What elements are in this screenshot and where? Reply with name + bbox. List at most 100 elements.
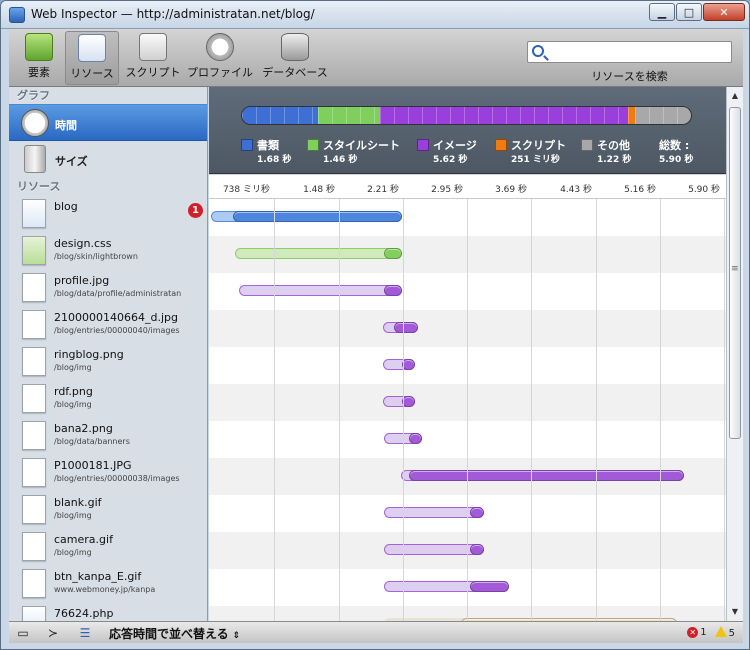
resource-item[interactable]: btn_kanpa_E.gif www.webmoney.jp/kanpa bbox=[9, 565, 207, 602]
resource-path: /blog/img bbox=[54, 363, 92, 372]
sidebar: グラフ 時間 サイズ リソース blog 1 design.css/blog/ski… bbox=[9, 87, 208, 621]
error-count-value: 1 bbox=[700, 627, 707, 638]
resource-path: /blog/data/banners bbox=[54, 437, 130, 446]
tick-label: 4.43 秒 bbox=[560, 185, 592, 195]
resource-item[interactable]: blog 1 bbox=[9, 195, 207, 232]
profiles-icon bbox=[206, 33, 234, 61]
graph-item-size[interactable]: サイズ bbox=[9, 141, 207, 178]
resource-name: 76624.php bbox=[54, 607, 114, 620]
latency-bar bbox=[384, 544, 484, 555]
download-bar bbox=[470, 581, 509, 592]
legend-value: 1.46 秒 bbox=[323, 155, 358, 165]
legend-swatch bbox=[495, 139, 507, 151]
vertical-scrollbar[interactable]: ▲ ▼ bbox=[726, 87, 743, 621]
resource-path: /blog/entries/00000040/images bbox=[54, 326, 180, 335]
legend-value: 5.62 秒 bbox=[433, 155, 468, 165]
legend-name: スクリプト bbox=[511, 139, 566, 152]
timeline-panel: 738 ミリ秒 1.48 秒 2.21 秒 2.95 秒 3.69 秒 4.43 秒 5.1… bbox=[209, 175, 726, 621]
summary-bar-segment bbox=[628, 107, 636, 124]
console-button[interactable]: ≻ bbox=[41, 624, 65, 642]
warning-icon bbox=[714, 626, 727, 637]
legend-swatch bbox=[581, 139, 593, 151]
resource-path: /blog/img bbox=[54, 400, 92, 409]
toolbar-scripts-label: スクリプト bbox=[125, 66, 181, 79]
gridline bbox=[403, 175, 404, 621]
legend-swatch bbox=[241, 139, 253, 151]
legend-value: 1.22 秒 bbox=[597, 155, 632, 165]
gridline bbox=[660, 175, 661, 621]
resources-icon bbox=[78, 34, 106, 62]
message-counts[interactable]: ✕ 1 5 bbox=[687, 626, 735, 639]
summary-bar-segment bbox=[380, 107, 629, 124]
toolbar-elements-button[interactable]: 要素 bbox=[15, 33, 63, 83]
toolbar-resources-button[interactable]: リソース bbox=[65, 31, 119, 85]
graph-item-time-label: 時間 bbox=[55, 119, 77, 132]
console-icon: ≻ bbox=[47, 626, 59, 640]
tick-label: 1.48 秒 bbox=[303, 185, 335, 195]
gridline bbox=[531, 175, 532, 621]
summary-bar-segment bbox=[635, 107, 691, 124]
tick-label: 2.21 秒 bbox=[367, 185, 399, 195]
search-field[interactable] bbox=[527, 41, 732, 63]
image-icon bbox=[22, 421, 46, 450]
tick-label: 738 ミリ秒 bbox=[222, 185, 270, 195]
tick-label: 3.69 秒 bbox=[495, 185, 527, 195]
resource-item[interactable]: P1000181.JPG/blog/entries/00000038/image… bbox=[9, 454, 207, 491]
error-count: ✕ 1 bbox=[687, 627, 707, 638]
dock-toggle-button[interactable]: ▭ bbox=[11, 624, 35, 642]
toolbar-elements-label: 要素 bbox=[28, 66, 50, 79]
resource-item[interactable]: 2100000140664_d.jpg/blog/entries/0000004… bbox=[9, 306, 207, 343]
maximize-button[interactable]: □ bbox=[676, 3, 702, 21]
toolbar-resources-label: リソース bbox=[70, 67, 114, 80]
download-bar bbox=[409, 433, 422, 444]
databases-icon bbox=[281, 33, 309, 61]
resource-item[interactable]: 76624.php bbox=[9, 602, 207, 621]
title-bar: Web Inspector — http://administratan.net… bbox=[1, 1, 749, 29]
legend-swatch bbox=[417, 139, 429, 151]
summary-bar-segment bbox=[242, 107, 318, 124]
toolbar-profiles-button[interactable]: プロファイル bbox=[187, 33, 253, 83]
list-view-button[interactable]: ☰ bbox=[73, 624, 97, 642]
warning-count-value: 5 bbox=[728, 628, 735, 639]
toolbar-databases-button[interactable]: データベース bbox=[261, 33, 329, 83]
resource-path: www.webmoney.jp/kanpa bbox=[54, 585, 156, 594]
resource-item[interactable]: design.css/blog/skin/lightbrown bbox=[9, 232, 207, 269]
graph-item-time[interactable]: 時間 bbox=[9, 104, 207, 141]
latency-bar bbox=[239, 285, 402, 296]
summary-bar-segment bbox=[317, 107, 381, 124]
download-bar bbox=[384, 248, 402, 259]
download-bar bbox=[470, 544, 484, 555]
sort-arrow-icon: ⇕ bbox=[232, 631, 241, 641]
resource-item[interactable]: ringblog.png/blog/img bbox=[9, 343, 207, 380]
download-bar bbox=[233, 211, 402, 222]
scroll-down-icon[interactable]: ▼ bbox=[728, 605, 742, 619]
resource-path: /blog/entries/00000038/images bbox=[54, 474, 180, 483]
latency-bar bbox=[384, 507, 484, 518]
elements-icon bbox=[25, 33, 53, 61]
tick-label: 5.90 秒 bbox=[688, 185, 720, 195]
resource-item[interactable]: camera.gif/blog/img bbox=[9, 528, 207, 565]
close-button[interactable]: ✕ bbox=[703, 3, 745, 21]
resource-item[interactable]: bana2.png/blog/data/banners bbox=[9, 417, 207, 454]
toolbar-scripts-button[interactable]: スクリプト bbox=[123, 33, 183, 83]
toolbar: 要素 リソース スクリプト プロファイル データベース リソースを検索 bbox=[9, 29, 743, 87]
app-icon bbox=[9, 7, 25, 23]
resource-name: design.css bbox=[54, 237, 112, 250]
scroll-up-icon[interactable]: ▲ bbox=[728, 89, 742, 103]
scripts-icon bbox=[139, 33, 167, 61]
warning-count: 5 bbox=[714, 626, 735, 639]
download-bar bbox=[384, 285, 402, 296]
resource-item[interactable]: profile.jpg/blog/data/profile/administra… bbox=[9, 269, 207, 306]
image-icon bbox=[22, 495, 46, 524]
legend-value: 1.68 秒 bbox=[257, 155, 292, 165]
gridline bbox=[274, 175, 275, 621]
resource-item[interactable]: blank.gif/blog/img bbox=[9, 491, 207, 528]
resource-item[interactable]: rdf.png/blog/img bbox=[9, 380, 207, 417]
legend-swatch bbox=[307, 139, 319, 151]
resources-heading: リソース bbox=[17, 180, 61, 193]
sort-select[interactable]: 応答時間で並べ替える ⇕ bbox=[109, 625, 240, 642]
legend-total-label: 総数 : bbox=[659, 139, 690, 152]
minimize-button[interactable]: ▁ bbox=[649, 3, 675, 21]
scroll-thumb[interactable] bbox=[729, 107, 741, 439]
search-input[interactable] bbox=[550, 44, 728, 60]
